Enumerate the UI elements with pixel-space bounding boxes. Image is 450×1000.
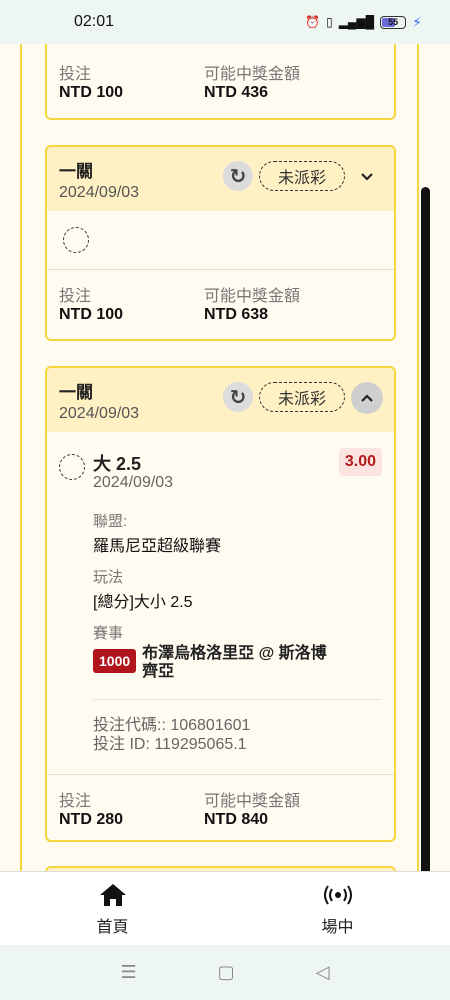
status-badge: 未派彩 bbox=[259, 161, 345, 191]
selection: 大 2.5 2024/09/03 3.00 bbox=[47, 432, 394, 504]
market-value: [總分]大小 2.5 bbox=[93, 594, 193, 611]
live-broadcast-icon bbox=[323, 881, 352, 909]
bet-card-header: 一關 2024/09/03 ↻ 未派彩 bbox=[47, 147, 394, 211]
back-icon[interactable]: ◁ bbox=[316, 962, 330, 983]
stake-value: NTD 100 bbox=[59, 84, 124, 101]
status-badge: 未派彩 bbox=[259, 382, 345, 412]
selection-date: 2024/09/03 bbox=[93, 474, 174, 491]
potential-value: NTD 840 bbox=[204, 811, 269, 828]
odds-badge: 3.00 bbox=[338, 448, 382, 476]
nav-home-label: 首頁 bbox=[96, 918, 129, 936]
league-value: 羅馬尼亞超級聯賽 bbox=[93, 538, 222, 555]
bet-card[interactable]: 一關 2024/09/03 ↻ 未派彩 投注 NTD 100 可能中獎金額 NT… bbox=[45, 145, 396, 341]
bottom-nav: 首頁 場中 bbox=[0, 871, 450, 945]
nav-home[interactable]: 首頁 bbox=[0, 872, 225, 945]
scrollbar[interactable] bbox=[421, 187, 430, 871]
bet-card[interactable]: 投注 NTD 100 可能中獎金額 NTD 436 bbox=[45, 44, 396, 120]
refresh-icon[interactable]: ↻ bbox=[223, 161, 253, 191]
potential-label: 可能中獎金額 bbox=[204, 66, 301, 83]
signal-icon: ▂▄▆█ bbox=[338, 15, 375, 29]
bet-card-header: 一關 2024/09/03 ↻ 未派彩 bbox=[47, 368, 394, 432]
home-icon bbox=[98, 881, 128, 909]
nav-live[interactable]: 場中 bbox=[225, 872, 450, 945]
event-name: 布澤烏格洛里亞 @ 斯洛博齊亞 bbox=[142, 645, 327, 680]
bet-codes: 投注代碼:: 106801601 投注 ID: 119295065.1 bbox=[93, 699, 382, 754]
status-bar: 02:01 ⏰ ▯ ▂▄▆█ 55 ⚡ bbox=[0, 0, 450, 44]
market-label: 玩法 bbox=[93, 569, 124, 586]
stake-label: 投注 bbox=[59, 288, 92, 305]
nav-live-label: 場中 bbox=[321, 918, 354, 936]
stake-value: NTD 100 bbox=[59, 306, 124, 323]
chevron-up-icon[interactable] bbox=[351, 382, 383, 414]
selection-status-icon bbox=[63, 227, 89, 253]
menu-icon[interactable]: ☰ bbox=[121, 962, 137, 983]
selection-details: 聯盟: 羅馬尼亞超級聯賽 玩法 [總分]大小 2.5 賽事 1000 布澤烏格洛… bbox=[47, 510, 394, 681]
charging-icon: ⚡ bbox=[412, 13, 422, 30]
league-label: 聯盟: bbox=[93, 513, 128, 530]
frame-border-right bbox=[417, 44, 419, 871]
selection-placeholder bbox=[47, 211, 394, 269]
selection-name: 大 2.5 bbox=[93, 454, 142, 474]
stake-value: NTD 280 bbox=[59, 811, 124, 828]
status-time: 02:01 bbox=[74, 13, 115, 30]
event-code-badge: 1000 bbox=[93, 649, 137, 673]
bet-card[interactable]: 一關 2024/09/03 ↻ 未派彩 大 2.5 2024/09/03 3.0… bbox=[45, 366, 396, 842]
selection-status-icon bbox=[59, 454, 85, 480]
battery-icon: 55 bbox=[380, 15, 407, 29]
vibrate-icon: ▯ bbox=[326, 15, 333, 29]
potential-label: 可能中獎金額 bbox=[204, 288, 301, 305]
home-square-icon[interactable]: ▢ bbox=[218, 962, 235, 983]
potential-label: 可能中獎金額 bbox=[204, 793, 301, 810]
system-nav-bar: ☰ ▢ ◁ bbox=[0, 945, 450, 1000]
potential-value: NTD 436 bbox=[204, 84, 269, 101]
bet-code: 投注代碼:: 106801601 bbox=[93, 717, 251, 734]
bet-id: 投注 ID: 119295065.1 bbox=[93, 736, 247, 753]
frame-border-left bbox=[20, 44, 22, 871]
event-label: 賽事 bbox=[93, 625, 124, 642]
status-icons: ⏰ ▯ ▂▄▆█ 55 ⚡ bbox=[305, 14, 422, 31]
alarm-icon: ⏰ bbox=[305, 15, 321, 29]
chevron-down-icon[interactable] bbox=[351, 161, 383, 193]
potential-value: NTD 638 bbox=[204, 306, 269, 323]
stake-label: 投注 bbox=[59, 66, 92, 83]
stake-label: 投注 bbox=[59, 793, 92, 810]
bet-list[interactable]: 投注 NTD 100 可能中獎金額 NTD 436 一關 2024/09/03 … bbox=[0, 44, 450, 871]
refresh-icon[interactable]: ↻ bbox=[223, 382, 253, 412]
